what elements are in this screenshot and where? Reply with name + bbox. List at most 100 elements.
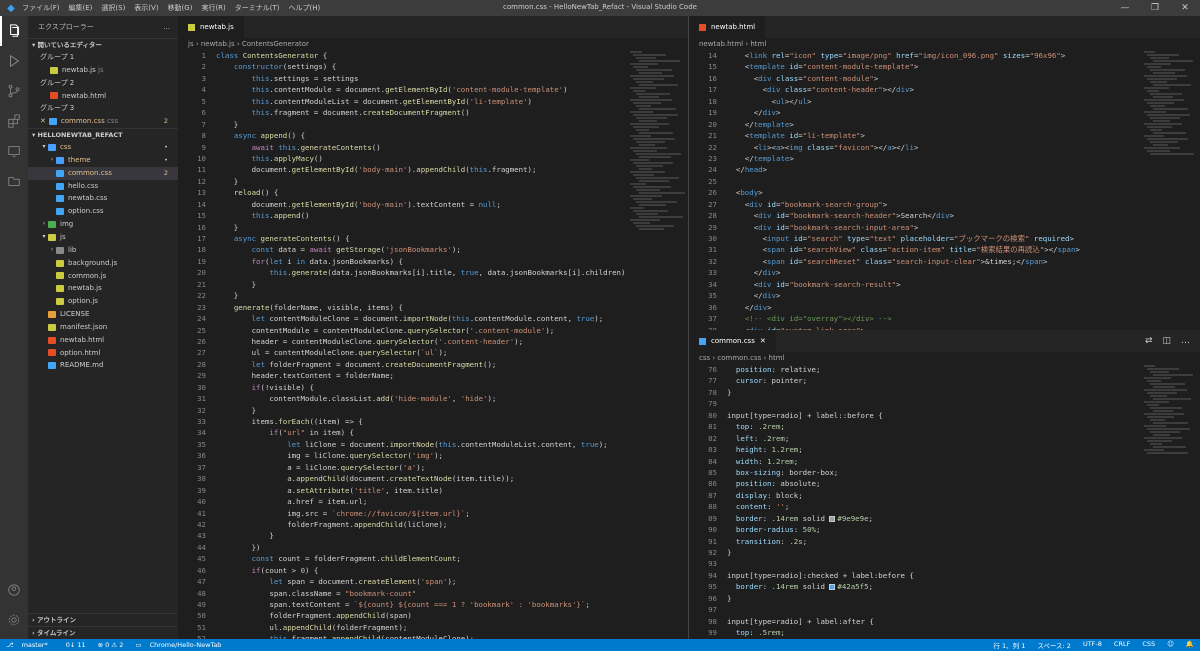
code-line[interactable]: } xyxy=(216,530,625,541)
code-line[interactable]: await this.generateContents() xyxy=(216,142,625,153)
code-line[interactable]: <template id="content-module-template"> xyxy=(727,61,1080,72)
menu-item[interactable]: 実行(R) xyxy=(201,3,225,13)
code-line[interactable]: height: 1.2rem; xyxy=(727,444,914,455)
code-line[interactable]: contentModule = contentModuleClone.query… xyxy=(216,325,625,336)
cursor-position[interactable]: 行 1、列 1 xyxy=(987,640,1031,650)
tree-item[interactable]: README.md xyxy=(28,359,178,372)
tree-item[interactable]: › theme • xyxy=(28,154,178,167)
tree-item[interactable]: newtab.html xyxy=(28,334,178,347)
code-line[interactable]: </template> xyxy=(727,153,1080,164)
code-line[interactable]: <template id="li-template"> xyxy=(727,130,1080,141)
code-line[interactable]: <!-- <div id="overray"></div> --> xyxy=(727,313,1080,324)
code-line[interactable]: width: 1.2rem; xyxy=(727,456,914,467)
code-line[interactable]: <div class="content-header"></div> xyxy=(727,84,1080,95)
branch-status[interactable]: ⎇ master* xyxy=(0,641,60,649)
more-actions-icon[interactable]: ... xyxy=(163,16,170,38)
source-control-icon[interactable] xyxy=(0,76,28,106)
css-editor[interactable]: 76 77 78 79 80 81 82 83 84 85 86 87 88 89 90 91 92 93 94 95… xyxy=(689,364,1144,639)
folder-icon[interactable] xyxy=(0,166,28,196)
encoding-status[interactable]: UTF-8 xyxy=(1077,640,1108,650)
code-line[interactable]: folderFragment.appendChild(liClone); xyxy=(216,519,625,530)
code-line[interactable]: <div id="bookmark-search-header">Search<… xyxy=(727,210,1080,221)
code-line[interactable]: if(!visible) { xyxy=(216,382,625,393)
minimap[interactable] xyxy=(630,50,688,639)
code-line[interactable]: <span id="searchView" class="action-item… xyxy=(727,244,1080,255)
open-changes-icon[interactable]: ⇄ xyxy=(1145,336,1153,346)
html-editor[interactable]: 14 15 16 17 18 19 20 21 22 23 24 25 26 27 28 29 30 31 32 33… xyxy=(689,50,1144,330)
code-line[interactable]: async append() { xyxy=(216,130,625,141)
open-editor-newtab-js[interactable]: newtab.js js xyxy=(28,64,178,77)
menu-item[interactable]: 移動(G) xyxy=(168,3,193,13)
code-line[interactable]: } xyxy=(216,405,625,416)
code-line[interactable]: img = liClone.querySelector('img'); xyxy=(216,450,625,461)
code-line[interactable]: input[type=radio] + label:after { xyxy=(727,616,914,627)
close-tab-icon[interactable]: ✕ xyxy=(760,337,766,345)
code-line[interactable]: } xyxy=(216,176,625,187)
folder-status[interactable]: ▭ Chrome/Hello-NewTab xyxy=(129,641,233,649)
breadcrumb-html[interactable]: newtab.html › html xyxy=(689,38,1200,50)
code-line[interactable]: }) xyxy=(216,542,625,553)
code-line[interactable]: a.href = item.url; xyxy=(216,496,625,507)
code-line[interactable]: this.contentModule = document.getElement… xyxy=(216,84,625,95)
extensions-icon[interactable] xyxy=(0,106,28,136)
run-debug-icon[interactable] xyxy=(0,46,28,76)
tab-newtab-js[interactable]: newtab.js xyxy=(178,16,245,38)
menu-item[interactable]: 選択(S) xyxy=(101,3,125,13)
code-line[interactable]: async generateContents() { xyxy=(216,233,625,244)
language-status[interactable]: CSS xyxy=(1136,640,1161,650)
code-line[interactable]: } xyxy=(727,387,914,398)
code-area[interactable]: class ContentsGenerator { constructor(se… xyxy=(216,50,625,639)
code-line[interactable]: <div id="bookmark-search-group"> xyxy=(727,199,1080,210)
breadcrumb-item[interactable]: ContentsGenerator xyxy=(242,40,309,48)
code-line[interactable]: <body> xyxy=(727,187,1080,198)
outline-section[interactable]: › アウトライン xyxy=(28,613,178,626)
code-line[interactable]: this.generate(data.jsonBookmarks[i].titl… xyxy=(216,267,625,278)
tree-item[interactable]: option.html xyxy=(28,347,178,360)
menu-item[interactable]: ヘルプ(H) xyxy=(289,3,321,13)
maximize-icon[interactable]: ❐ xyxy=(1140,0,1170,16)
tree-item[interactable]: LICENSE xyxy=(28,308,178,321)
code-line[interactable]: } xyxy=(216,222,625,233)
code-line[interactable]: <link rel="icon" type="image/png" href="… xyxy=(727,50,1080,61)
breadcrumb-item[interactable]: css xyxy=(699,354,710,362)
code-line[interactable]: border: .14rem solid #42a5f5; xyxy=(727,581,914,592)
more-actions-icon[interactable]: … xyxy=(1181,336,1190,346)
code-line[interactable]: this.contentModuleList = document.getEle… xyxy=(216,96,625,107)
code-line[interactable]: const count = folderFragment.childElemen… xyxy=(216,553,625,564)
code-line[interactable]: border: .14rem solid #9e9e9e; xyxy=(727,513,914,524)
code-line[interactable]: document.getElementById('body-main').tex… xyxy=(216,199,625,210)
code-line[interactable]: position: relative; xyxy=(727,364,914,375)
group-2-label[interactable]: グループ 2 xyxy=(28,77,178,90)
code-line[interactable]: let liClone = document.importNode(this.c… xyxy=(216,439,625,450)
timeline-section[interactable]: › タイムライン xyxy=(28,626,178,639)
code-line[interactable]: generate(folderName, visible, items) { xyxy=(216,302,625,313)
tab-newtab-html[interactable]: newtab.html xyxy=(689,16,767,38)
code-line[interactable]: </div> xyxy=(727,267,1080,278)
code-line[interactable]: this.applyMacy() xyxy=(216,153,625,164)
color-swatch[interactable] xyxy=(829,515,836,522)
code-line[interactable]: <span id="searchReset" class="search-inp… xyxy=(727,256,1080,267)
feedback-icon[interactable]: ☺ xyxy=(1161,640,1180,650)
js-editor[interactable]: 1 2 3 4 5 6 7 8 9 10 11 12 13 14 15 16 17 18 19 20 21 22 23 24 2… xyxy=(178,50,630,639)
code-line[interactable]: header = contentModuleClone.querySelecto… xyxy=(216,336,625,347)
code-line[interactable]: transition: .2s; xyxy=(727,536,914,547)
breadcrumb-item[interactable]: html xyxy=(750,40,766,48)
code-line[interactable]: box-sizing: border-box; xyxy=(727,467,914,478)
code-line[interactable]: items.forEach((item) => { xyxy=(216,416,625,427)
open-editors-section[interactable]: ▾ 開いているエディター xyxy=(28,38,178,51)
tree-item[interactable]: hello.css xyxy=(28,180,178,193)
remote-explorer-icon[interactable] xyxy=(0,136,28,166)
code-line[interactable]: a.setAttribute('title', item.title) xyxy=(216,485,625,496)
tree-item[interactable]: common.css 2 xyxy=(28,166,178,180)
breadcrumb-css[interactable]: css › common.css › html xyxy=(689,352,1200,364)
code-line[interactable]: img.src = `chrome://favicon/${item.url}`… xyxy=(216,508,625,519)
code-line[interactable]: </div> xyxy=(727,302,1080,313)
tree-item[interactable]: › lib xyxy=(28,244,178,257)
code-line[interactable]: <div id="bookmark-search-input-area"> xyxy=(727,222,1080,233)
split-editor-icon[interactable]: ◫ xyxy=(1162,336,1171,346)
notifications-icon[interactable]: 🔔 xyxy=(1180,640,1200,650)
tree-item[interactable]: common.js xyxy=(28,270,178,283)
color-swatch[interactable] xyxy=(829,584,836,591)
code-line[interactable] xyxy=(727,604,914,615)
open-editor-common-css[interactable]: ✕ common.css css 2 xyxy=(28,115,178,128)
